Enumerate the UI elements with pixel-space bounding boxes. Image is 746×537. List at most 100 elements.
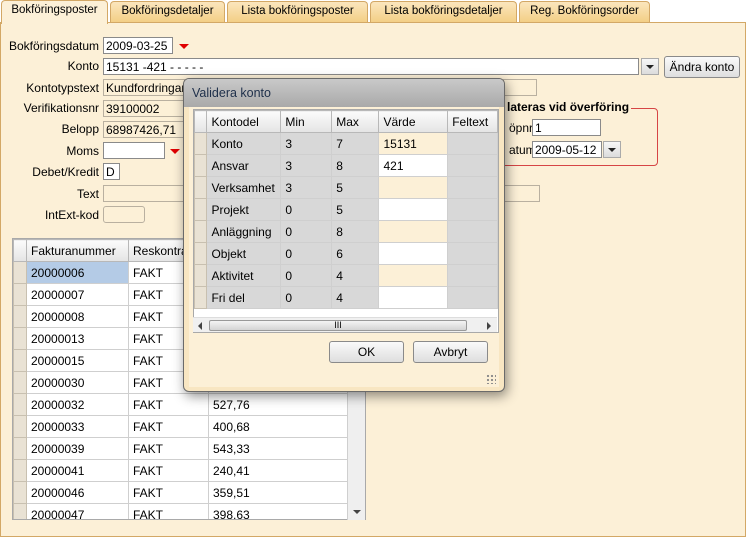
cell-fakturanummer[interactable]: 20000006 <box>26 261 129 284</box>
cell-reskontra[interactable]: FAKT <box>128 481 209 504</box>
table-row[interactable]: 20000039 FAKT 543,33 <box>13 437 349 460</box>
table-row[interactable]: 20000041 FAKT 240,41 <box>13 459 349 482</box>
cell-kontodel: Verksamhet <box>206 176 282 199</box>
cell-varde[interactable] <box>378 176 449 199</box>
cell-feltext <box>447 264 498 287</box>
cell-varde[interactable] <box>378 198 449 221</box>
datum-dropdown-button[interactable] <box>603 141 621 158</box>
cell-min: 3 <box>280 132 333 155</box>
cell-reskontra[interactable]: FAKT <box>128 459 209 482</box>
row-header <box>13 503 27 519</box>
scroll-left-arrow-icon[interactable] <box>198 322 202 330</box>
cell-max: 8 <box>331 220 380 243</box>
table-row[interactable]: 20000033 FAKT 400,68 <box>13 415 349 438</box>
cell-min: 3 <box>280 176 333 199</box>
andra-konto-button[interactable]: Ändra konto <box>664 56 740 78</box>
row-header <box>194 132 208 155</box>
resize-grip-icon[interactable] <box>486 374 496 384</box>
row-header <box>194 264 208 287</box>
row-header-corner <box>194 110 208 133</box>
cell-belopp[interactable]: 400,68 <box>208 415 349 438</box>
datum-field[interactable]: 2009-05-12 <box>532 141 602 158</box>
column-header-max[interactable]: Max <box>331 110 380 133</box>
cell-belopp[interactable]: 398,63 <box>208 503 349 519</box>
cell-fakturanummer[interactable]: 20000046 <box>26 481 129 504</box>
cell-varde[interactable] <box>378 286 449 309</box>
konto-dropdown-button[interactable] <box>641 58 659 75</box>
cell-varde[interactable] <box>378 242 449 265</box>
text-label: Text <box>76 187 99 201</box>
debet-kredit-field[interactable]: D <box>103 163 120 180</box>
cell-min: 0 <box>280 198 333 221</box>
cell-fakturanummer[interactable]: 20000007 <box>26 283 129 306</box>
dialog-title[interactable]: Validera konto <box>184 79 504 107</box>
scroll-right-arrow-icon[interactable] <box>487 322 491 330</box>
table-row[interactable]: Objekt 0 6 <box>194 242 498 265</box>
bokforingsdatum-field[interactable]: 2009-03-25 <box>103 37 173 54</box>
table-row[interactable]: 20000047 FAKT 398,63 <box>13 503 349 519</box>
cell-varde[interactable]: 421 <box>378 154 449 177</box>
cell-reskontra[interactable]: FAKT <box>128 437 209 460</box>
cell-fakturanummer[interactable]: 20000033 <box>26 415 129 438</box>
table-row[interactable]: 20000032 FAKT 527,76 <box>13 393 349 416</box>
cell-min: 0 <box>280 264 333 287</box>
lopnr-field[interactable]: 1 <box>532 119 601 136</box>
dialog-client-area: Kontodel Min Max Värde Feltext Konto 3 7 15… <box>189 107 499 387</box>
cell-feltext <box>447 154 498 177</box>
cell-fakturanummer[interactable]: 20000015 <box>26 349 129 372</box>
ok-button[interactable]: OK <box>329 341 404 363</box>
text-field <box>103 185 185 202</box>
table-row[interactable]: Konto 3 7 15131 <box>194 132 498 155</box>
cell-feltext <box>447 176 498 199</box>
bokforingsdatum-label: Bokföringsdatum <box>8 39 99 53</box>
row-header <box>13 371 27 394</box>
scroll-down-arrow-icon[interactable] <box>353 510 361 514</box>
table-row[interactable]: Fri del 0 4 <box>194 286 498 309</box>
table-row[interactable]: Aktivitet 0 4 <box>194 264 498 287</box>
cell-reskontra[interactable]: FAKT <box>128 393 209 416</box>
cell-fakturanummer[interactable]: 20000047 <box>26 503 129 519</box>
dialog-horizontal-scrollbar[interactable]: III <box>193 317 497 332</box>
cell-reskontra[interactable]: FAKT <box>128 503 209 519</box>
column-header-fakturanummer[interactable]: Fakturanummer <box>26 239 129 262</box>
row-header <box>13 305 27 328</box>
table-row[interactable]: Projekt 0 5 <box>194 198 498 221</box>
kontodel-grid[interactable]: Kontodel Min Max Värde Feltext Konto 3 7 15… <box>193 109 499 333</box>
cell-reskontra[interactable]: FAKT <box>128 415 209 438</box>
row-header <box>13 349 27 372</box>
column-header-min[interactable]: Min <box>280 110 333 133</box>
column-header-kontodel[interactable]: Kontodel <box>206 110 282 133</box>
intext-kod-field <box>103 206 145 223</box>
cell-fakturanummer[interactable]: 20000039 <box>26 437 129 460</box>
scroll-thumb[interactable]: III <box>209 320 467 331</box>
cell-fakturanummer[interactable]: 20000032 <box>26 393 129 416</box>
cell-belopp[interactable]: 543,33 <box>208 437 349 460</box>
tab-lista-bokforingsdetaljer[interactable]: Lista bokföringsdetaljer <box>370 1 517 22</box>
tab-bokforingsposter[interactable]: Bokföringsposter <box>1 0 108 24</box>
cell-fakturanummer[interactable]: 20000008 <box>26 305 129 328</box>
cell-varde[interactable] <box>378 220 449 243</box>
table-row[interactable]: Anläggning 0 8 <box>194 220 498 243</box>
lopnr-label: öpnr <box>509 121 534 135</box>
table-row[interactable]: Verksamhet 3 5 <box>194 176 498 199</box>
cell-varde[interactable]: 15131 <box>378 132 449 155</box>
cell-belopp[interactable]: 527,76 <box>208 393 349 416</box>
cell-varde[interactable] <box>378 264 449 287</box>
cell-fakturanummer[interactable]: 20000013 <box>26 327 129 350</box>
cell-belopp[interactable]: 240,41 <box>208 459 349 482</box>
cell-fakturanummer[interactable]: 20000041 <box>26 459 129 482</box>
cell-fakturanummer[interactable]: 20000030 <box>26 371 129 394</box>
moms-field[interactable] <box>103 142 165 159</box>
table-row[interactable]: Ansvar 3 8 421 <box>194 154 498 177</box>
row-header <box>13 283 27 306</box>
table-row[interactable]: 20000046 FAKT 359,51 <box>13 481 349 504</box>
tab-bokforingsdetaljer[interactable]: Bokföringsdetaljer <box>110 1 225 22</box>
tab-lista-bokforingsposter[interactable]: Lista bokföringsposter <box>227 1 368 22</box>
tab-reg-bokforingsorder[interactable]: Reg. Bokföringsorder <box>519 1 650 22</box>
column-header-varde[interactable]: Värde <box>378 110 449 133</box>
cell-max: 5 <box>331 198 380 221</box>
cell-belopp[interactable]: 359,51 <box>208 481 349 504</box>
konto-field[interactable]: 15131 -421 - - - - - <box>103 58 639 75</box>
avbryt-button[interactable]: Avbryt <box>413 341 488 363</box>
column-header-feltext[interactable]: Feltext <box>447 110 498 133</box>
